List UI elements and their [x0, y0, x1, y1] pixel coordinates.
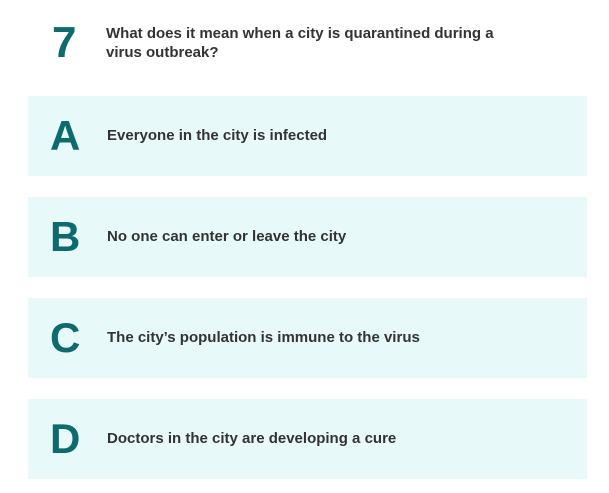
answer-option-c[interactable]: C The city’s population is immune to the…	[28, 298, 587, 378]
option-label: Doctors in the city are developing a cur…	[107, 430, 397, 447]
question-number: 7	[52, 18, 77, 67]
question-header: 7 What does it mean when a city is quara…	[0, 0, 609, 90]
option-label: No one can enter or leave the city	[107, 228, 347, 245]
option-letter: C	[50, 314, 81, 361]
answer-option-b[interactable]: B No one can enter or leave the city	[28, 197, 587, 277]
option-letter: D	[50, 415, 81, 462]
option-label: Everyone in the city is infected	[107, 127, 328, 144]
option-letter: B	[50, 213, 81, 260]
answer-option-a[interactable]: A Everyone in the city is infected	[28, 96, 587, 176]
question-text: What does it mean when a city is quarant…	[106, 25, 494, 61]
option-letter: A	[50, 112, 81, 159]
answer-option-d[interactable]: D Doctors in the city are developing a c…	[28, 399, 587, 479]
option-label: The city’s population is immune to the v…	[107, 329, 420, 346]
